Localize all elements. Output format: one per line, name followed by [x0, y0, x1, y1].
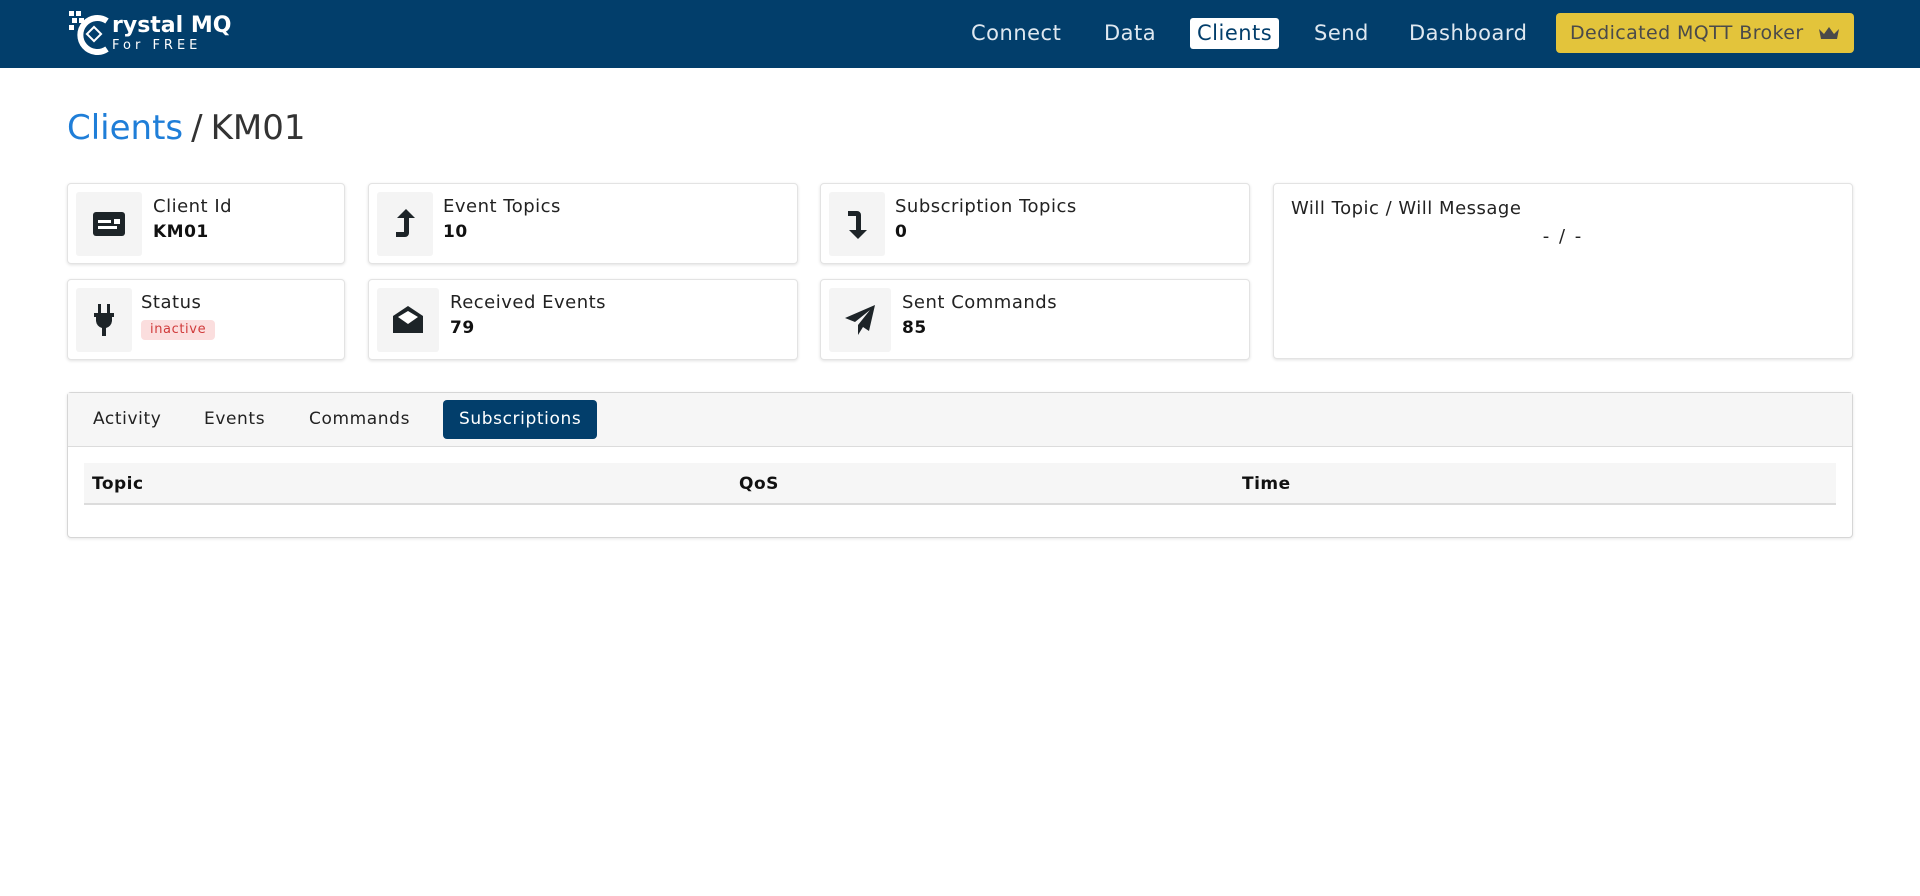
tab-activity[interactable]: Activity	[77, 400, 177, 439]
received-events-icon-box	[377, 288, 439, 352]
arrow-up-turn-icon	[396, 209, 415, 237]
top-navbar: rystal MQ For FREE Connect Data Clients …	[0, 0, 1920, 68]
sent-commands-value: 85	[902, 318, 927, 338]
tab-events[interactable]: Events	[188, 400, 281, 439]
sent-commands-label: Sent Commands	[902, 292, 1058, 313]
tab-commands[interactable]: Commands	[293, 400, 426, 439]
breadcrumb-current: KM01	[210, 108, 306, 148]
nav-send[interactable]: Send	[1307, 18, 1376, 49]
envelope-open-icon	[393, 306, 423, 333]
logo-mark-icon	[69, 11, 109, 55]
subscription-topics-value: 0	[895, 222, 908, 242]
sent-commands-icon-box	[829, 288, 891, 352]
arrow-down-turn-icon	[848, 211, 867, 239]
status-card: Status inactive	[67, 279, 345, 360]
column-time[interactable]: Time	[1242, 463, 1291, 505]
id-card-icon	[93, 212, 125, 236]
tab-bar: Activity Events Commands Subscriptions	[68, 393, 1852, 447]
will-topic-value: - / -	[1542, 226, 1584, 247]
subscription-topics-icon-box	[829, 192, 885, 256]
nav-data[interactable]: Data	[1097, 18, 1163, 49]
column-topic[interactable]: Topic	[92, 463, 144, 505]
breadcrumb: Clients / KM01	[67, 104, 306, 152]
nav-dashboard[interactable]: Dashboard	[1402, 18, 1534, 49]
tab-subscriptions[interactable]: Subscriptions	[443, 400, 598, 439]
status-icon-box	[76, 288, 132, 352]
event-topics-icon-box	[377, 192, 433, 256]
column-qos[interactable]: QoS	[739, 463, 779, 505]
nav-connect[interactable]: Connect	[964, 18, 1068, 49]
breadcrumb-clients-link[interactable]: Clients	[67, 108, 183, 148]
sent-commands-card: Sent Commands 85	[820, 279, 1250, 360]
will-topic-label: Will Topic / Will Message	[1291, 198, 1522, 219]
nav-clients[interactable]: Clients	[1190, 18, 1280, 49]
breadcrumb-separator: /	[191, 108, 203, 148]
will-topic-card: Will Topic / Will Message - / -	[1273, 183, 1853, 359]
plug-icon	[94, 304, 114, 336]
subscription-topics-label: Subscription Topics	[895, 196, 1077, 217]
status-badge: inactive	[141, 320, 216, 340]
subscriptions-table-header: Topic QoS Time	[84, 463, 1836, 505]
client-id-icon-box	[76, 192, 142, 256]
crown-icon	[1819, 27, 1839, 39]
received-events-card: Received Events 79	[368, 279, 798, 360]
subscription-topics-card: Subscription Topics 0	[820, 183, 1250, 264]
client-id-label: Client Id	[153, 196, 233, 217]
dedicated-broker-button[interactable]: Dedicated MQTT Broker	[1556, 13, 1854, 53]
event-topics-card: Event Topics 10	[368, 183, 798, 264]
client-id-card: Client Id KM01	[67, 183, 345, 264]
dedicated-broker-label: Dedicated MQTT Broker	[1570, 22, 1804, 44]
status-label: Status	[141, 292, 202, 313]
received-events-label: Received Events	[450, 292, 607, 313]
client-id-value: KM01	[153, 222, 209, 242]
received-events-value: 79	[450, 318, 475, 338]
brand-title: rystal MQ	[112, 13, 232, 38]
client-details-panel: Activity Events Commands Subscriptions T…	[67, 392, 1853, 538]
paper-plane-icon	[845, 305, 875, 335]
event-topics-value: 10	[443, 222, 468, 242]
brand-subtitle: For FREE	[112, 38, 202, 53]
event-topics-label: Event Topics	[443, 196, 561, 217]
brand-logo[interactable]: rystal MQ For FREE	[67, 9, 231, 55]
